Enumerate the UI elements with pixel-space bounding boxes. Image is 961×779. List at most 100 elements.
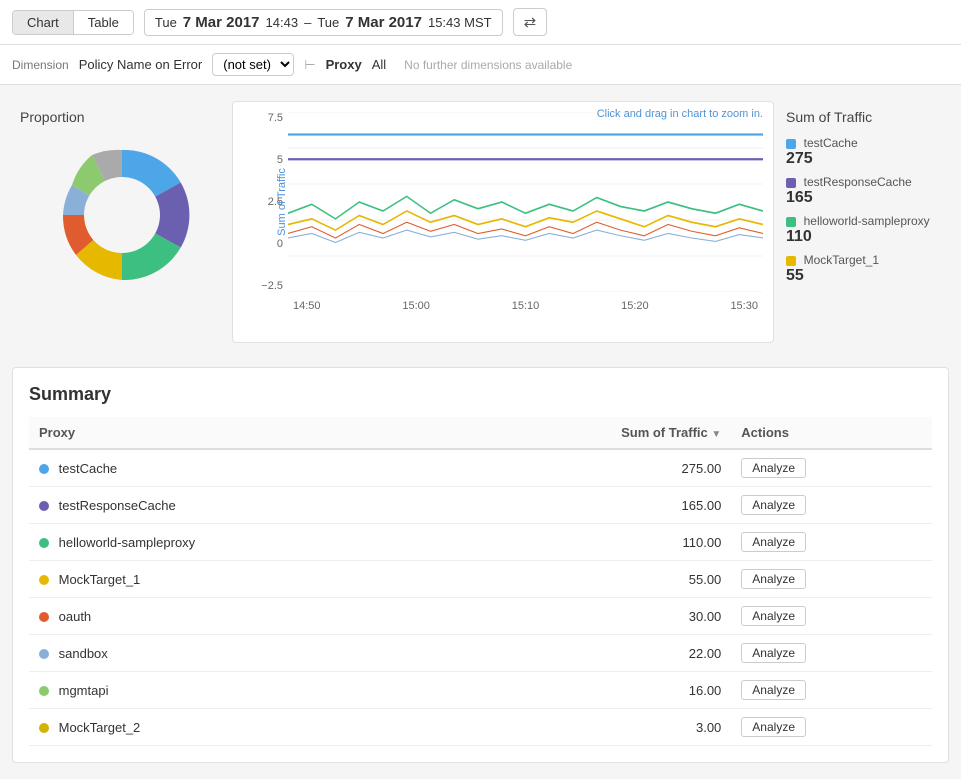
legend-item-value: 165 — [786, 189, 937, 207]
row-color-dot — [39, 575, 49, 585]
legend-item-name: MockTarget_1 — [804, 253, 879, 267]
action-cell: Analyze — [731, 709, 932, 746]
chart-tab[interactable]: Chart — [13, 11, 74, 34]
legend-item-value: 55 — [786, 267, 937, 285]
x-15:00: 15:00 — [402, 300, 430, 312]
legend-item-name: testResponseCache — [804, 175, 912, 189]
legend-item: MockTarget_1 55 — [786, 252, 937, 285]
traffic-cell: 22.00 — [446, 635, 731, 672]
proportion-title: Proportion — [20, 109, 224, 125]
summary-table: Proxy Sum of Traffic ▼ Actions testCache… — [29, 417, 932, 746]
traffic-cell: 165.00 — [446, 487, 731, 524]
table-row: testCache 275.00 Analyze — [29, 449, 932, 487]
x-14:50: 14:50 — [293, 300, 321, 312]
legend-item-value: 110 — [786, 228, 937, 246]
proxy-name: helloworld-sampleproxy — [59, 535, 196, 550]
y-0: 0 — [277, 238, 283, 250]
summary-tbody: testCache 275.00 Analyze testResponseCac… — [29, 449, 932, 746]
time2: 15:43 MST — [428, 15, 492, 30]
legend-color-dot — [786, 139, 796, 149]
action-cell: Analyze — [731, 449, 932, 487]
analyze-button[interactable]: Analyze — [741, 532, 806, 552]
legend-title: Sum of Traffic — [786, 109, 937, 125]
proxy-cell: testResponseCache — [29, 487, 446, 524]
proxy-cell: oauth — [29, 598, 446, 635]
y-axis-label: Sum of Traffic — [276, 168, 288, 236]
table-row: helloworld-sampleproxy 110.00 Analyze — [29, 524, 932, 561]
analyze-button[interactable]: Analyze — [741, 717, 806, 737]
analyze-button[interactable]: Analyze — [741, 569, 806, 589]
proxy-cell: MockTarget_1 — [29, 561, 446, 598]
y-7.5: 7.5 — [268, 112, 283, 124]
donut-chart — [42, 135, 202, 295]
proxy-link[interactable]: Proxy — [326, 57, 362, 72]
traffic-cell: 30.00 — [446, 598, 731, 635]
dimension-bar: Dimension Policy Name on Error (not set)… — [0, 45, 961, 85]
col-actions: Actions — [731, 417, 932, 449]
col-proxy: Proxy — [29, 417, 446, 449]
top-bar: Chart Table Tue 7 Mar 2017 14:43 – Tue 7… — [0, 0, 961, 45]
action-cell: Analyze — [731, 561, 932, 598]
proxy-cell: testCache — [29, 449, 446, 487]
table-tab[interactable]: Table — [74, 11, 133, 34]
line-chart-area[interactable]: Click and drag in chart to zoom in. 7.5 … — [232, 101, 774, 343]
x-15:20: 15:20 — [621, 300, 649, 312]
legend-items: testCache 275 testResponseCache 165 hell… — [786, 135, 937, 285]
dimension-note: No further dimensions available — [404, 58, 572, 72]
traffic-cell: 16.00 — [446, 672, 731, 709]
legend-item: helloworld-sampleproxy 110 — [786, 213, 937, 246]
table-row: sandbox 22.00 Analyze — [29, 635, 932, 672]
action-cell: Analyze — [731, 672, 932, 709]
analyze-button[interactable]: Analyze — [741, 606, 806, 626]
action-cell: Analyze — [731, 487, 932, 524]
table-row: MockTarget_1 55.00 Analyze — [29, 561, 932, 598]
table-row: mgmtapi 16.00 Analyze — [29, 672, 932, 709]
dimension-label: Dimension — [12, 58, 69, 72]
table-row: oauth 30.00 Analyze — [29, 598, 932, 635]
analyze-button[interactable]: Analyze — [741, 458, 806, 478]
legend-item-name: testCache — [804, 136, 858, 150]
date2: 7 Mar 2017 — [345, 14, 422, 31]
dimension-value: Policy Name on Error — [79, 57, 203, 72]
row-color-dot — [39, 612, 49, 622]
separator: – — [304, 15, 311, 30]
proxy-name: testCache — [59, 461, 118, 476]
analyze-button[interactable]: Analyze — [741, 680, 806, 700]
date-range: Tue 7 Mar 2017 14:43 – Tue 7 Mar 2017 15… — [144, 9, 503, 36]
chart-section: Proportion — [12, 101, 949, 343]
proxy-name: MockTarget_2 — [59, 720, 141, 735]
legend-area: Sum of Traffic testCache 275 testRespons… — [774, 101, 949, 343]
x-15:30: 15:30 — [730, 300, 758, 312]
proportion-area: Proportion — [12, 101, 232, 343]
summary-title: Summary — [29, 384, 932, 405]
legend-color-dot — [786, 256, 796, 266]
tab-group: Chart Table — [12, 10, 134, 35]
legend-item: testResponseCache 165 — [786, 174, 937, 207]
row-color-dot — [39, 501, 49, 511]
row-color-dot — [39, 649, 49, 659]
all-link[interactable]: All — [372, 57, 386, 72]
legend-color-dot — [786, 217, 796, 227]
action-cell: Analyze — [731, 635, 932, 672]
analyze-button[interactable]: Analyze — [741, 643, 806, 663]
dimension-select[interactable]: (not set) — [212, 53, 294, 76]
day1: Tue — [155, 15, 177, 30]
legend-item-name: helloworld-sampleproxy — [804, 214, 930, 228]
proxy-name: MockTarget_1 — [59, 572, 141, 587]
traffic-cell: 3.00 — [446, 709, 731, 746]
legend-item: testCache 275 — [786, 135, 937, 168]
proxy-name: sandbox — [59, 646, 108, 661]
y-5: 5 — [277, 154, 283, 166]
day2: Tue — [317, 15, 339, 30]
refresh-button[interactable]: ⇄ — [513, 8, 548, 36]
traffic-cell: 110.00 — [446, 524, 731, 561]
row-color-dot — [39, 686, 49, 696]
dimension-separator-icon: ⊢ — [304, 57, 315, 73]
action-cell: Analyze — [731, 524, 932, 561]
proxy-cell: sandbox — [29, 635, 446, 672]
row-color-dot — [39, 723, 49, 733]
legend-color-dot — [786, 178, 796, 188]
legend-item-value: 275 — [786, 150, 937, 168]
proxy-name: oauth — [59, 609, 92, 624]
analyze-button[interactable]: Analyze — [741, 495, 806, 515]
